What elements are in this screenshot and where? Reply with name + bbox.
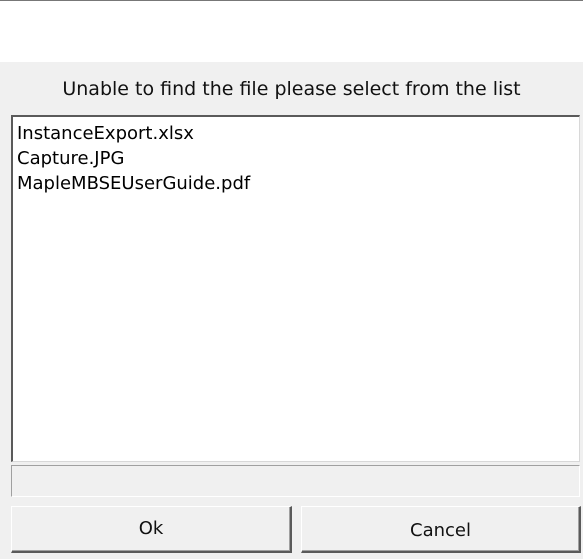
dialog-message: Unable to find the file please select fr… [62,78,521,100]
file-select-dialog: Unable to find the file please select fr… [0,62,583,559]
list-item[interactable]: MapleMBSEUserGuide.pdf [17,171,575,196]
cancel-button[interactable]: Cancel [301,506,581,553]
ok-button[interactable]: Ok [11,506,292,553]
window-top-divider [0,0,583,1]
list-item[interactable]: Capture.JPG [17,146,575,171]
status-bar [11,465,580,497]
list-item[interactable]: InstanceExport.xlsx [17,121,575,146]
file-list[interactable]: InstanceExport.xlsx Capture.JPG MapleMBS… [11,115,580,462]
